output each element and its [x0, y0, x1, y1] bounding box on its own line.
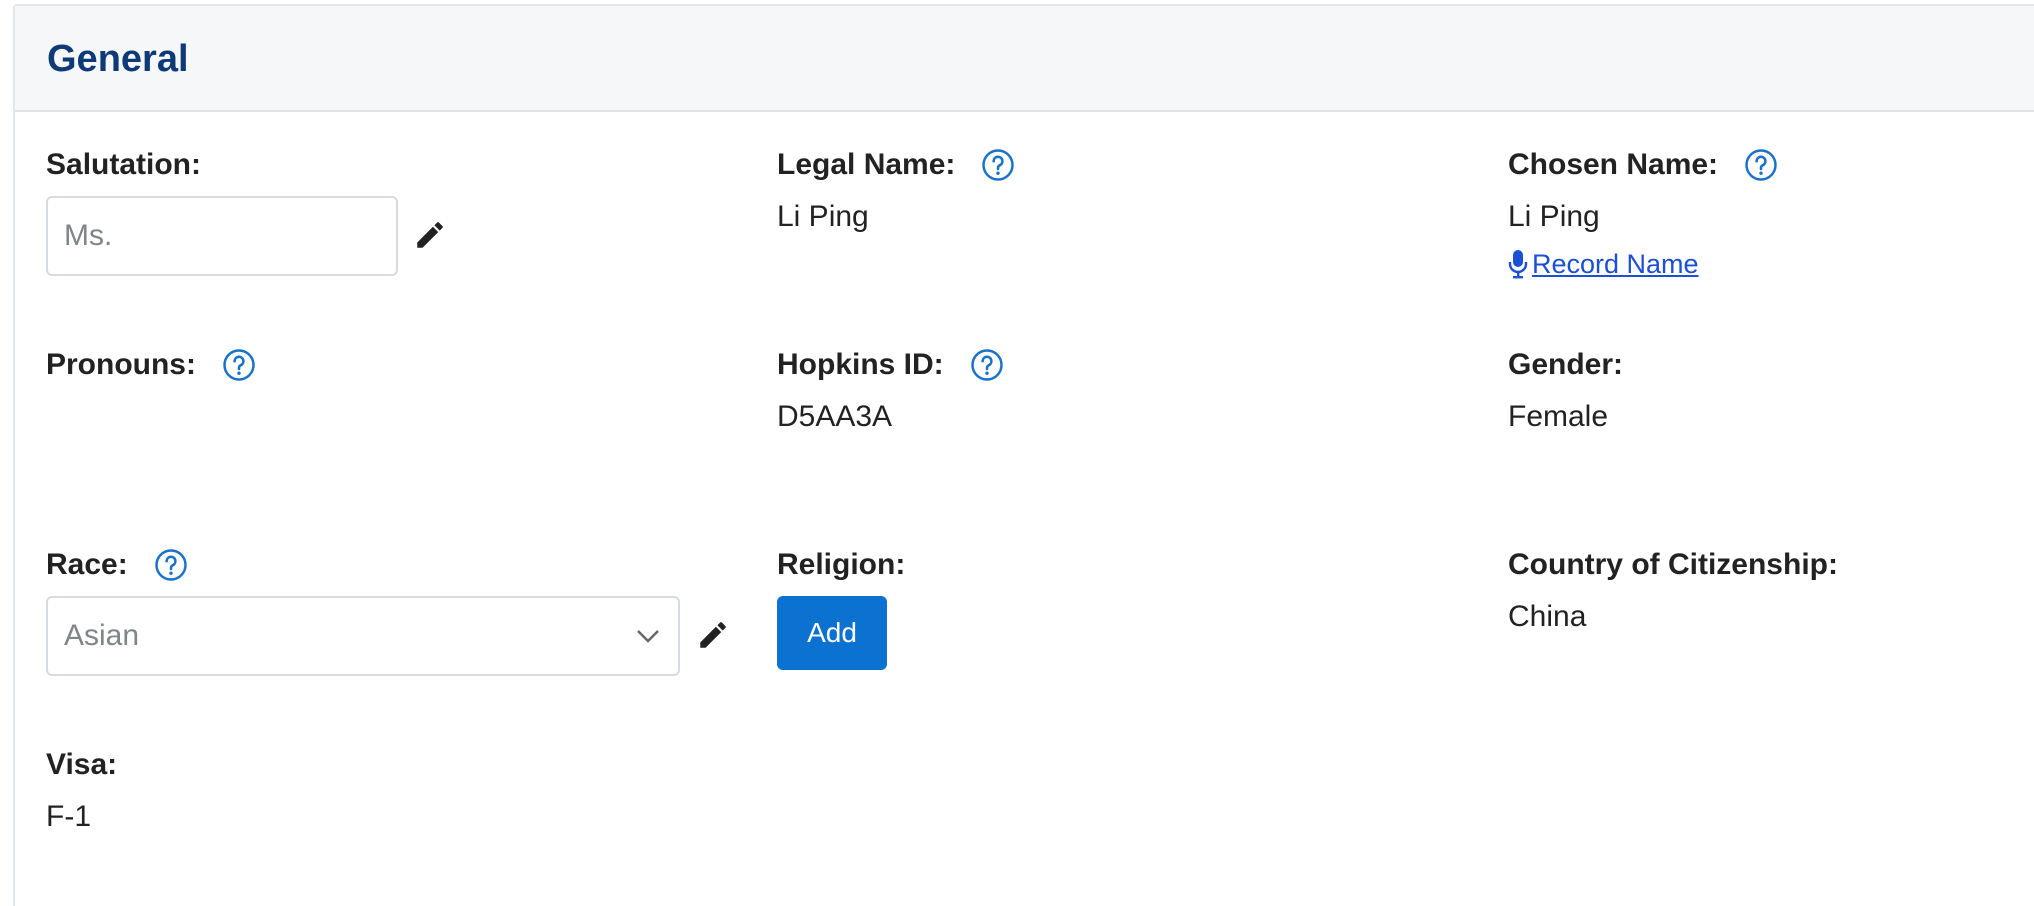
hopkins-id-field: Hopkins ID: D5AA3A — [777, 345, 1004, 437]
question-circle-icon[interactable] — [1744, 148, 1778, 182]
religion-field: Religion: — [777, 545, 905, 585]
salutation-input[interactable] — [46, 196, 398, 276]
race-label: Race: — [46, 548, 128, 581]
chevron-down-icon — [637, 630, 659, 643]
question-circle-icon[interactable] — [154, 548, 188, 582]
legal-name-label: Legal Name: — [777, 148, 956, 181]
religion-label: Religion: — [777, 548, 906, 581]
panel-header: General — [15, 6, 2034, 112]
salutation-label: Salutation: — [46, 148, 201, 181]
question-circle-icon[interactable] — [222, 348, 256, 382]
hopkins-id-value: D5AA3A — [777, 400, 893, 433]
race-select[interactable]: Asian — [46, 596, 680, 676]
gender-label: Gender: — [1508, 348, 1624, 381]
salutation-field: Salutation: — [46, 145, 201, 185]
visa-value: F-1 — [46, 800, 91, 833]
record-name-label: Record Name — [1532, 249, 1699, 279]
gender-value: Female — [1508, 400, 1609, 433]
chosen-name-field: Chosen Name: Li Ping — [1508, 145, 1778, 237]
race-field: Race: — [46, 545, 188, 585]
record-name-link[interactable]: Record Name — [1508, 247, 1699, 281]
citizenship-value: China — [1508, 600, 1587, 633]
hopkins-id-label: Hopkins ID: — [777, 348, 944, 381]
add-religion-button[interactable]: Add — [777, 596, 887, 670]
pencil-icon[interactable] — [696, 618, 730, 652]
chosen-name-label: Chosen Name: — [1508, 148, 1719, 181]
pencil-icon[interactable] — [413, 218, 447, 252]
pronouns-label: Pronouns: — [46, 348, 196, 381]
legal-name-value: Li Ping — [777, 200, 869, 233]
citizenship-field: Country of Citizenship: China — [1508, 545, 1838, 637]
race-select-value: Asian — [64, 619, 140, 652]
panel-title: General — [47, 38, 189, 80]
microphone-icon — [1508, 250, 1528, 279]
legal-name-field: Legal Name: Li Ping — [777, 145, 1015, 237]
citizenship-label: Country of Citizenship: — [1508, 548, 1838, 581]
visa-field: Visa: F-1 — [46, 745, 117, 837]
gender-field: Gender: Female — [1508, 345, 1623, 437]
visa-label: Visa: — [46, 748, 118, 781]
general-panel: General — [13, 4, 2034, 906]
question-circle-icon[interactable] — [970, 348, 1004, 382]
chosen-name-value: Li Ping — [1508, 200, 1600, 233]
pronouns-field: Pronouns: — [46, 345, 256, 397]
question-circle-icon[interactable] — [981, 148, 1015, 182]
